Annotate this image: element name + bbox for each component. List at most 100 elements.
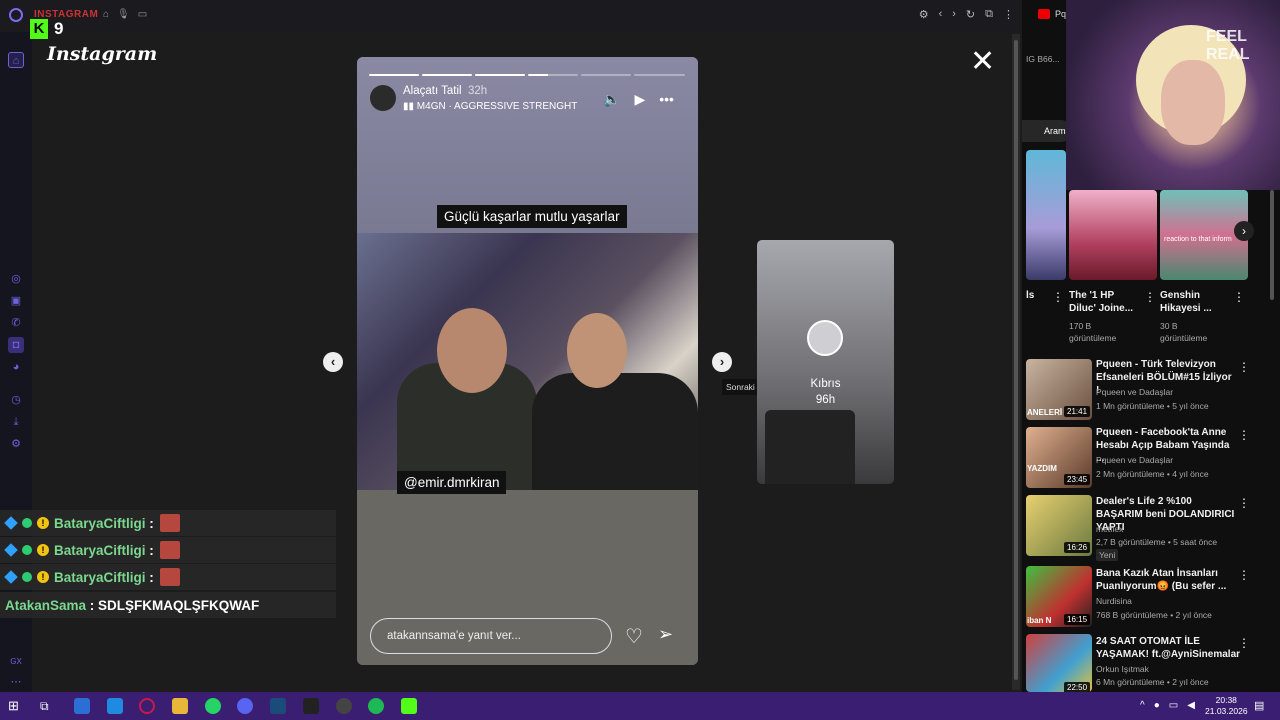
- mic-icon: 🎙: [117, 9, 130, 20]
- short-thumb-text: reaction to that inform: [1164, 236, 1232, 243]
- previous-story-button[interactable]: ‹: [323, 352, 343, 372]
- reload-icon[interactable]: ↻: [966, 8, 975, 21]
- forward-icon[interactable]: ›: [952, 8, 956, 21]
- back-icon[interactable]: ‹: [939, 8, 943, 21]
- whatsapp-icon[interactable]: [205, 698, 221, 714]
- webcam-overlay: FEEL REAL: [1066, 0, 1280, 190]
- story-time: 32h: [468, 85, 488, 97]
- tray-volume-icon[interactable]: ◀: [1187, 700, 1195, 711]
- twitch-icon[interactable]: ▣: [8, 293, 24, 309]
- progress-segment: [581, 74, 631, 76]
- preview-image: [765, 410, 855, 484]
- next-story-preview[interactable]: Kıbrıs 96h: [757, 240, 894, 484]
- menu-icon[interactable]: ⋮: [1003, 8, 1014, 21]
- taskbar-clock[interactable]: 20:38 21.03.2026: [1205, 695, 1248, 717]
- close-icon[interactable]: ✕: [970, 47, 995, 77]
- video-channel[interactable]: metflex: [1096, 523, 1123, 535]
- video-title[interactable]: 24 SAAT OTOMAT İLE YAŞAMAK! ft.@AyniSine…: [1096, 635, 1241, 661]
- opera-gx-icon[interactable]: [139, 698, 155, 714]
- more-options-icon[interactable]: •••: [659, 91, 674, 108]
- person-right-head: [567, 313, 627, 388]
- instagram-icon[interactable]: ◘: [8, 337, 24, 353]
- video-channel[interactable]: Pqueen ve Dadaşlar: [1096, 454, 1173, 466]
- obs-icon[interactable]: [336, 698, 352, 714]
- more-icon[interactable]: ⋮: [1238, 428, 1250, 442]
- video-duration: 22:50: [1064, 682, 1091, 692]
- folder-icon[interactable]: [172, 698, 188, 714]
- leaf-badge-icon: [22, 518, 32, 528]
- person-right: [532, 373, 698, 490]
- video-channel[interactable]: Orkun Işıtmak: [1096, 663, 1149, 675]
- notification-icon[interactable]: ▤: [1254, 699, 1264, 712]
- send-icon[interactable]: ➢: [658, 624, 673, 645]
- story-music[interactable]: ▮▮ M4GN · AGGRESSIVE STRENGHT: [403, 101, 577, 112]
- more-icon[interactable]: ⋮: [1238, 360, 1250, 374]
- video-channel[interactable]: Pqueen ve Dadaşlar: [1096, 386, 1173, 398]
- scrollbar-thumb[interactable]: [1014, 40, 1018, 680]
- tray-network-icon[interactable]: ▭: [1169, 700, 1178, 711]
- pin-icon[interactable]: ⧉: [985, 8, 993, 21]
- spotify-icon[interactable]: [368, 698, 384, 714]
- youtube-tab-label[interactable]: Pq: [1055, 9, 1066, 19]
- aria-icon[interactable]: ◎: [8, 271, 24, 287]
- video-duration: 16:15: [1064, 614, 1091, 625]
- discord-icon[interactable]: [237, 698, 253, 714]
- short-title[interactable]: Genshin Hikayesi ...: [1160, 289, 1226, 315]
- video-channel[interactable]: Nurdisina: [1096, 595, 1132, 607]
- history-icon[interactable]: ◷: [8, 392, 24, 408]
- task-view-icon[interactable]: ⧉: [40, 698, 56, 714]
- short-thumbnail[interactable]: [1026, 150, 1066, 280]
- preview-avatar: [807, 320, 843, 356]
- play-icon[interactable]: ▶: [634, 91, 645, 108]
- gx-label[interactable]: GX: [8, 654, 24, 670]
- lock-icon: ⌂: [103, 9, 110, 20]
- story-viewer[interactable]: Alaçatı Tatil 32h ▮▮ M4GN · AGGRESSIVE S…: [357, 57, 698, 665]
- short-views: 170 B görüntüleme: [1069, 321, 1117, 343]
- preview-time: 96h: [815, 394, 836, 406]
- emote-icon: [159, 514, 180, 532]
- windows-start-icon[interactable]: ⊞: [8, 698, 24, 714]
- epic-games-icon[interactable]: [303, 698, 319, 714]
- tray-chevron-icon[interactable]: ^: [1140, 700, 1145, 711]
- leaf-badge-icon: [22, 572, 32, 582]
- more-icon[interactable]: ⋮: [1144, 290, 1156, 304]
- story-username[interactable]: Alaçatı Tatil: [403, 85, 462, 97]
- progress-segment: [369, 74, 419, 76]
- download-icon[interactable]: ⤓: [8, 414, 24, 430]
- yt-scrollbar[interactable]: [1270, 190, 1274, 300]
- home-icon[interactable]: ⌂: [8, 52, 24, 68]
- story-avatar[interactable]: [370, 85, 396, 111]
- discord-icon[interactable]: ◕: [8, 359, 24, 375]
- progress-segment: [475, 74, 525, 76]
- steam-icon[interactable]: [270, 698, 286, 714]
- settings-icon[interactable]: ⚙: [8, 436, 24, 452]
- heart-icon[interactable]: ♡: [625, 624, 643, 649]
- opera-logo-icon[interactable]: [9, 8, 23, 22]
- store-icon[interactable]: [74, 698, 90, 714]
- browser-top-bar: INSTAGRAM ⌂ 🎙 ▭ ⚙ ‹ › ↻ ⧉ ⋮: [0, 0, 1022, 32]
- instagram-logo[interactable]: Instagram: [47, 43, 157, 65]
- more-icon[interactable]: ⋮: [1052, 290, 1064, 304]
- short-title[interactable]: ls: [1026, 289, 1034, 302]
- volume-icon[interactable]: 🔈: [603, 91, 620, 108]
- browser-nav: ⚙ ‹ › ↻ ⧉ ⋮: [919, 8, 1014, 21]
- yt-search-chip[interactable]: Araman: [1022, 120, 1076, 142]
- kick-icon[interactable]: [401, 698, 417, 714]
- settings-icon[interactable]: ⚙: [919, 8, 929, 21]
- short-thumbnail[interactable]: [1069, 190, 1157, 280]
- shorts-next-icon[interactable]: ›: [1234, 221, 1254, 241]
- video-title[interactable]: Bana Kazık Atan İnsanları Puanlıyorum😡 (…: [1096, 567, 1236, 593]
- whatsapp-icon[interactable]: ✆: [8, 315, 24, 331]
- reply-input[interactable]: atakannsama'e yanıt ver...: [370, 618, 612, 654]
- new-badge: Yeni: [1096, 549, 1119, 561]
- more-icon[interactable]: ⋯: [8, 674, 24, 690]
- more-icon[interactable]: ⋮: [1238, 636, 1250, 650]
- more-icon[interactable]: ⋮: [1238, 496, 1250, 510]
- tray-mic-icon[interactable]: ●: [1154, 700, 1160, 711]
- more-icon[interactable]: ⋮: [1233, 290, 1245, 304]
- story-mention[interactable]: @emir.dmrkiran: [397, 471, 507, 494]
- short-title[interactable]: The '1 HP Diluc' Joine...: [1069, 289, 1135, 315]
- next-story-button[interactable]: ›: [712, 352, 732, 372]
- more-icon[interactable]: ⋮: [1238, 568, 1250, 582]
- mail-icon[interactable]: [107, 698, 123, 714]
